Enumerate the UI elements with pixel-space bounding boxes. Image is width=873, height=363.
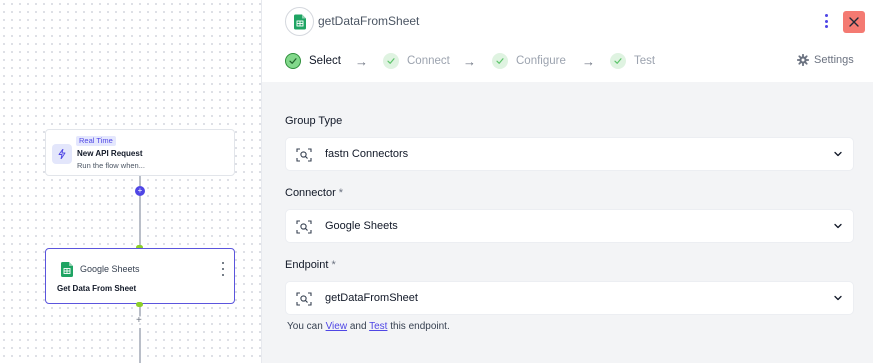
step-label: Select [309,55,341,67]
add-next-step-icon[interactable]: + [136,316,142,326]
endpoint-hint: You can View and Test this endpoint. [287,321,450,332]
close-button[interactable] [843,11,865,33]
step-label: Configure [516,55,566,67]
app-avatar [285,7,314,36]
scan-search-icon [296,292,312,306]
connector-line [139,328,141,363]
chevron-down-icon [834,151,842,157]
connector-value: Google Sheets [325,220,398,232]
flow-canvas[interactable]: Real Time New API Request Run the flow w… [0,0,262,363]
chevron-down-icon [834,223,842,229]
node-menu-icon[interactable] [221,262,225,276]
panel-header: getDataFromSheet Select → Connect → Conf… [262,0,873,82]
settings-button[interactable]: Settings [797,54,854,66]
google-sheets-icon [61,262,73,277]
more-options-icon[interactable] [822,12,830,30]
step-config-panel: getDataFromSheet Select → Connect → Conf… [262,0,873,363]
step-label: Test [634,55,656,67]
arrow-right-icon: → [463,54,476,69]
step-connect[interactable]: Connect [383,52,450,70]
connector-line [139,176,141,186]
connector-line [139,196,141,248]
step-select[interactable]: Select [285,52,341,70]
gear-icon [797,54,809,66]
connector-label: Connector * [285,187,344,199]
check-icon [610,53,626,69]
endpoint-select[interactable]: getDataFromSheet [285,281,854,315]
group-type-value: fastn Connectors [325,148,409,160]
close-icon [849,17,859,27]
add-step-button[interactable]: + [135,186,145,196]
arrow-right-icon: → [582,54,595,69]
step-configure[interactable]: Configure [492,52,566,70]
test-endpoint-link[interactable]: Test [369,321,387,332]
required-mark: * [331,259,336,271]
scan-search-icon [296,148,312,162]
check-icon [492,53,508,69]
google-sheets-node[interactable]: Google Sheets Get Data From Sheet [45,248,235,304]
google-sheets-icon [293,14,306,29]
step-test[interactable]: Test [610,52,655,70]
group-type-label: Group Type [285,115,343,127]
check-icon [285,53,301,69]
realtime-badge: Real Time [76,136,116,146]
trigger-node[interactable]: Real Time New API Request Run the flow w… [45,129,235,176]
lightning-icon [52,144,72,164]
view-endpoint-link[interactable]: View [326,321,348,332]
chevron-down-icon [834,295,842,301]
required-mark: * [338,187,344,199]
arrow-right-icon: → [355,54,368,69]
trigger-title: New API Request [77,149,143,158]
endpoint-value: getDataFromSheet [325,292,418,304]
settings-label: Settings [814,54,854,66]
scan-search-icon [296,220,312,234]
check-icon [383,53,399,69]
group-type-select[interactable]: fastn Connectors [285,137,854,171]
panel-title: getDataFromSheet [318,14,420,28]
node-app-name: Google Sheets [80,264,140,274]
connector-select[interactable]: Google Sheets [285,209,854,243]
node-action-name: Get Data From Sheet [57,284,137,293]
endpoint-label: Endpoint * [285,259,336,271]
trigger-subtitle: Run the flow when... [77,161,145,170]
step-label: Connect [407,55,450,67]
